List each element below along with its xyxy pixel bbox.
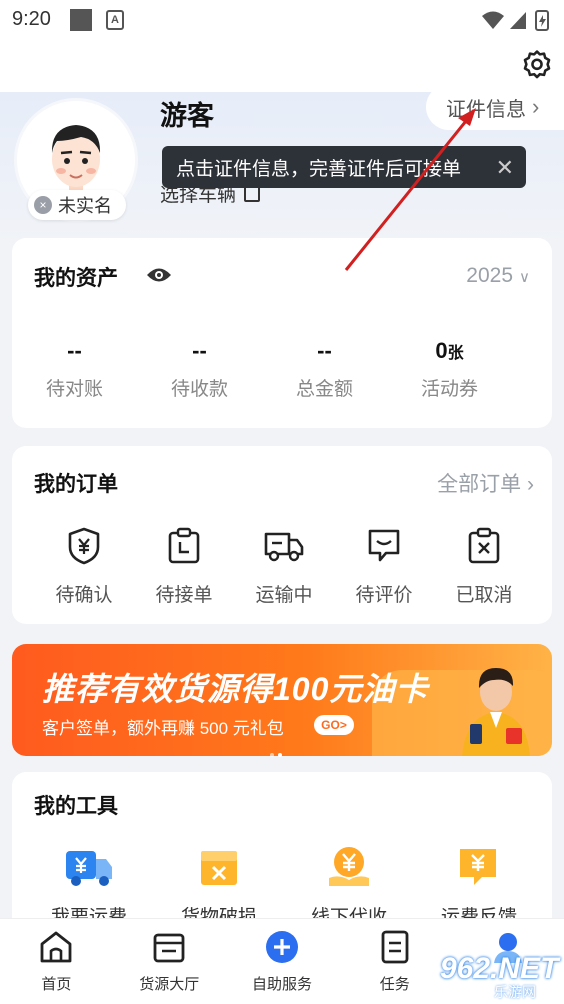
banner-pager-dots — [270, 744, 294, 757]
tool-cargo-damage[interactable]: 货物破损 — [154, 842, 284, 929]
chevron-down-icon: ∨ — [519, 269, 530, 286]
watermark-sub: 乐游网 — [494, 984, 536, 1000]
realname-status: 未实名 — [58, 196, 112, 216]
order-pending-confirm[interactable]: 待确认 — [34, 526, 134, 607]
cert-info-label: 证件信息 — [446, 98, 526, 121]
eye-icon[interactable] — [146, 265, 172, 285]
cert-tooltip: 点击证件信息，完善证件后可接单 ✕ — [162, 146, 526, 188]
orders-title: 我的订单 — [34, 473, 118, 496]
promo-banner[interactable]: 推荐有效货源得100元油卡 客户签单，额外再赚 500 元礼包 GO> — [12, 644, 552, 756]
all-orders-link[interactable]: 全部订单 › — [437, 468, 534, 498]
stat-pending-receipt[interactable]: -- 待收款 — [137, 338, 262, 401]
chat-smile-icon — [368, 529, 400, 562]
nav-label: 自助服务 — [251, 976, 312, 993]
order-label: 待接单 — [155, 585, 213, 606]
orders-card: 我的订单 全部订单 › 待确认 待接单 运输中 待评价 已取消 — [12, 446, 552, 624]
stat-label: 待收款 — [170, 379, 228, 400]
yen-hand-icon — [329, 847, 369, 886]
close-circle-icon: × — [34, 196, 52, 214]
order-pending-accept[interactable]: 待接单 — [134, 526, 234, 607]
system-status-icons — [482, 10, 549, 31]
status-time: 9:20 — [12, 8, 51, 30]
order-label: 已取消 — [455, 585, 513, 606]
home-icon — [40, 931, 72, 963]
tooltip-text: 点击证件信息，完善证件后可接单 — [176, 158, 462, 180]
all-orders-label: 全部订单 — [437, 473, 522, 496]
username: 游客 — [160, 101, 214, 131]
app-notification-icon: A — [106, 10, 124, 30]
year-selector[interactable]: 2025 ∨ — [466, 264, 530, 288]
stat-value: -- — [317, 338, 332, 363]
tools-title: 我的工具 — [34, 795, 118, 818]
yen-shield-icon — [68, 527, 100, 565]
status-bar: 9:20 A — [0, 0, 564, 40]
order-cancelled[interactable]: 已取消 — [434, 526, 534, 607]
order-label: 待评价 — [355, 585, 413, 606]
tool-offline-collection[interactable]: 线下代收 — [284, 842, 414, 929]
order-in-transit[interactable]: 运输中 — [234, 526, 334, 607]
nav-cargo-hall[interactable]: 货源大厅 — [113, 919, 226, 1004]
task-list-icon — [381, 930, 409, 964]
banner-headline: 推荐有效货源得100元油卡 — [42, 671, 429, 707]
realname-badge[interactable]: × 未实名 — [28, 190, 126, 220]
damaged-box-icon — [201, 851, 237, 885]
stat-value: 0 — [435, 338, 448, 363]
tooltip-close-icon[interactable]: ✕ — [496, 155, 514, 181]
notification-icon — [70, 9, 92, 31]
stat-value: -- — [67, 338, 82, 363]
order-status-row: 待确认 待接单 运输中 待评价 已取消 — [34, 526, 534, 607]
stat-value-wrap: 0张 — [387, 338, 512, 368]
cargo-hall-icon — [153, 933, 185, 963]
chevron-right-icon: › — [532, 94, 540, 119]
assets-title: 我的资产 — [34, 267, 118, 290]
stat-label: 总金额 — [295, 379, 353, 400]
banner-subline: 客户签单，额外再赚 500 元礼包 — [42, 719, 284, 738]
tools-row: 我要运费 货物破损 线下代收 — [24, 842, 544, 929]
clipboard-clock-icon — [168, 527, 200, 564]
truck-icon — [264, 532, 304, 562]
clipboard-x-icon — [468, 527, 500, 564]
nav-label: 货源大厅 — [139, 976, 200, 993]
stat-label: 待对账 — [45, 379, 103, 400]
assets-stats: -- 待对账 -- 待收款 -- 总金额 0张 活动券 — [12, 338, 552, 401]
plus-circle-icon — [265, 931, 298, 963]
yen-truck-icon — [66, 851, 112, 886]
nav-home[interactable]: 首页 — [0, 919, 113, 1004]
watermark-main: 962.NET — [440, 952, 559, 985]
banner-go-button[interactable]: GO> — [314, 715, 354, 735]
driver-illustration — [462, 668, 530, 756]
stat-total-amount[interactable]: -- 总金额 — [262, 338, 387, 401]
tool-freight-feedback[interactable]: 运费反馈 — [414, 842, 544, 929]
stat-unit: 张 — [447, 345, 464, 362]
order-label: 待确认 — [55, 585, 113, 606]
cert-info-button[interactable]: 证件信息 › — [426, 84, 564, 130]
stat-pending-reconcile[interactable]: -- 待对账 — [12, 338, 137, 401]
yen-chat-icon — [460, 849, 496, 885]
stat-label: 活动券 — [420, 379, 478, 400]
stat-coupons[interactable]: 0张 活动券 — [387, 338, 512, 401]
chevron-right-icon: › — [527, 473, 534, 496]
tool-request-freight[interactable]: 我要运费 — [24, 842, 154, 929]
site-watermark: 962.NET 乐游网 — [428, 950, 562, 1000]
stat-value: -- — [192, 338, 207, 363]
order-label: 运输中 — [255, 585, 313, 606]
gear-icon[interactable] — [520, 48, 554, 82]
assets-card: 我的资产 2025 ∨ -- 待对账 -- 待收款 -- 总金额 0张 活动券 — [12, 238, 552, 428]
nav-label: 首页 — [41, 976, 72, 993]
year-value: 2025 — [466, 264, 514, 287]
nav-self-service[interactable]: 自助服务 — [226, 919, 339, 1004]
order-pending-review[interactable]: 待评价 — [334, 526, 434, 607]
